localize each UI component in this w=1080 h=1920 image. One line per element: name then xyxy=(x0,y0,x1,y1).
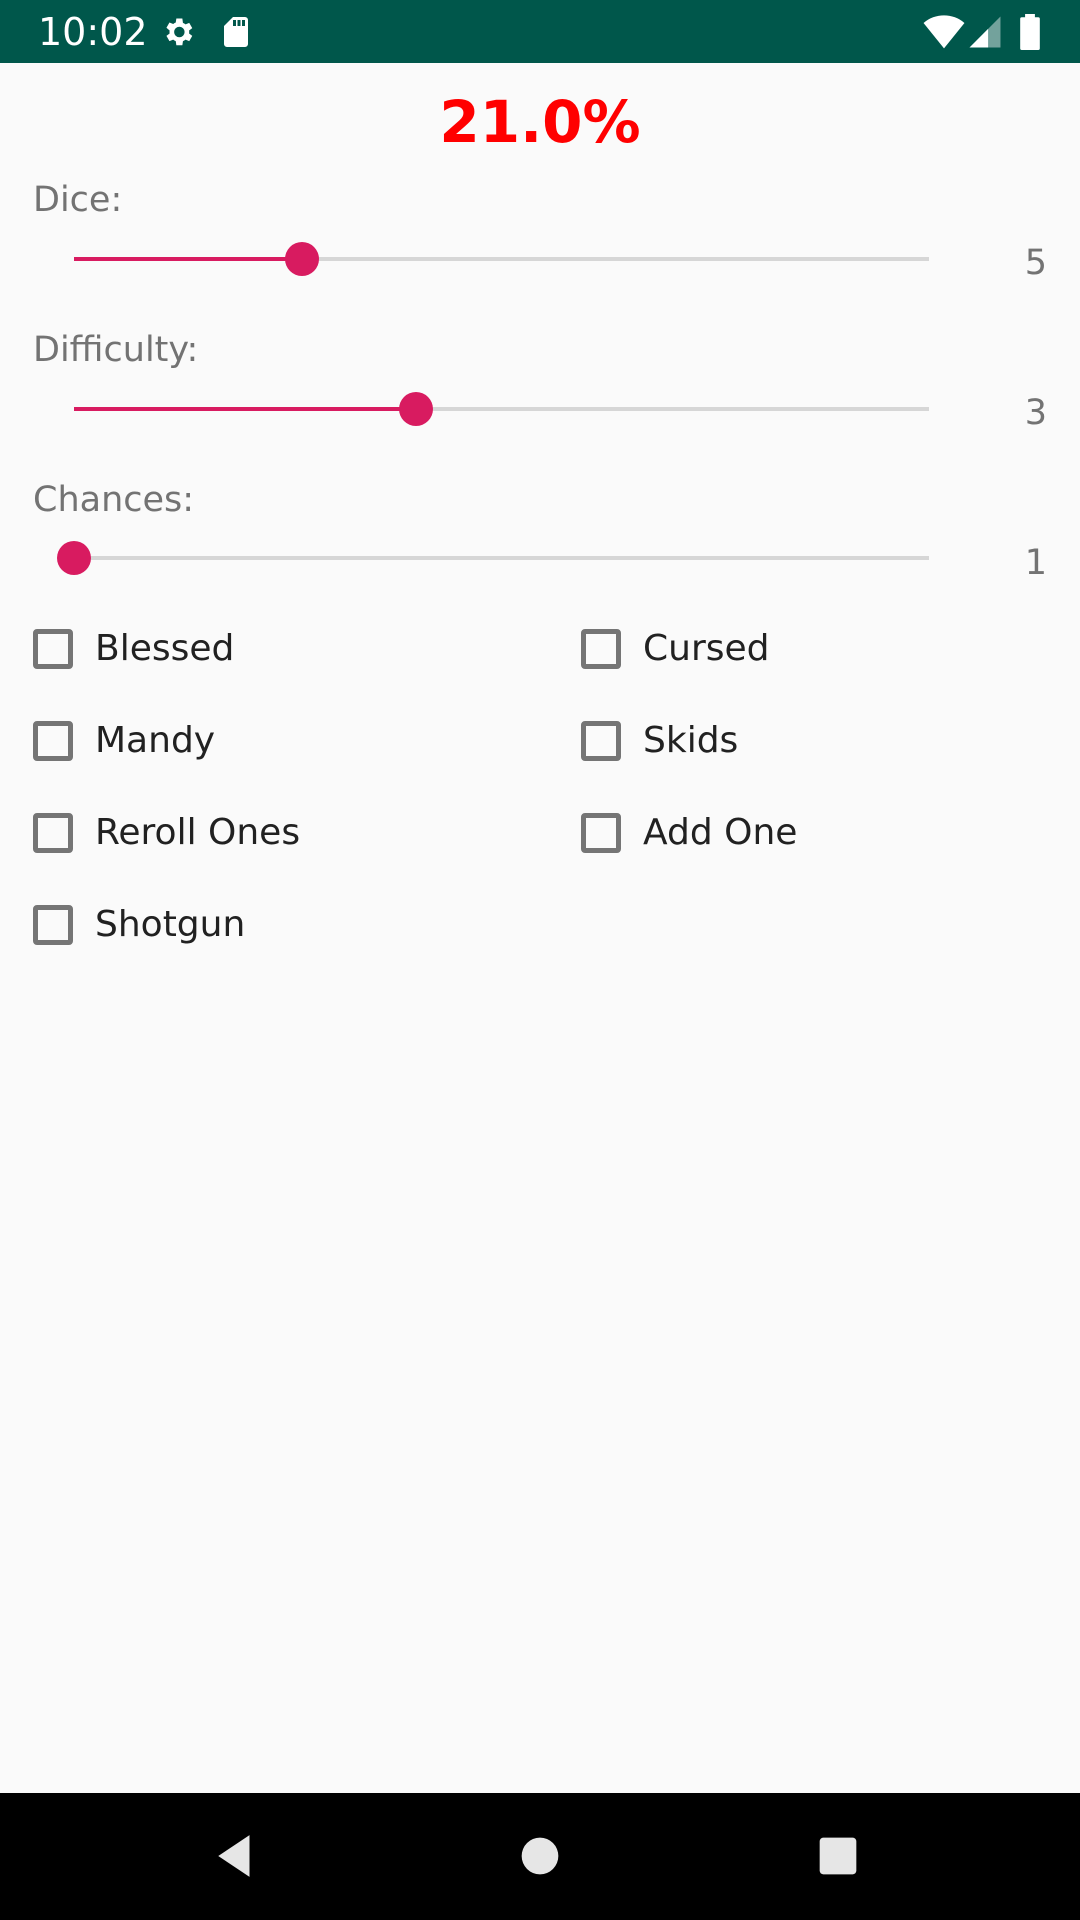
cell-signal-icon xyxy=(968,14,1002,50)
navigation-bar xyxy=(0,1793,1080,1920)
checkbox-label: Mandy xyxy=(95,720,216,761)
difficulty-slider-fill xyxy=(74,407,416,411)
checkbox-cursed[interactable]: Cursed xyxy=(581,619,770,679)
battery-icon xyxy=(1018,14,1042,50)
recents-icon[interactable] xyxy=(805,1823,871,1889)
checkbox-box[interactable] xyxy=(33,813,73,853)
checkbox-label: Shotgun xyxy=(95,904,246,945)
dice-slider-thumb[interactable] xyxy=(285,242,319,276)
checkbox-box[interactable] xyxy=(33,905,73,945)
difficulty-value: 3 xyxy=(1024,393,1047,433)
chances-label: Chances: xyxy=(33,480,195,520)
status-bar: 10:02 xyxy=(0,0,1080,63)
checkbox-skids[interactable]: Skids xyxy=(581,711,738,771)
checkbox-box[interactable] xyxy=(33,721,73,761)
dice-slider[interactable] xyxy=(74,242,929,276)
main-content: 21.0% Dice: 5 Difficulty: 3 Chances: 1 B… xyxy=(0,63,1080,1793)
difficulty-label: Difficulty: xyxy=(33,330,199,370)
sd-card-icon xyxy=(218,14,254,50)
dice-label: Dice: xyxy=(33,180,123,220)
chances-value: 1 xyxy=(1024,543,1047,583)
checkbox-label: Skids xyxy=(643,720,739,761)
back-icon[interactable] xyxy=(204,1823,270,1889)
checkbox-box[interactable] xyxy=(33,629,73,669)
status-time: 10:02 xyxy=(38,10,148,54)
chances-slider-thumb[interactable] xyxy=(57,541,91,575)
checkbox-mandy[interactable]: Mandy xyxy=(33,711,215,771)
dice-slider-fill xyxy=(74,257,302,261)
difficulty-slider[interactable] xyxy=(74,392,929,426)
checkbox-reroll-ones[interactable]: Reroll Ones xyxy=(33,803,300,863)
probability-result: 21.0% xyxy=(439,88,641,156)
checkbox-box[interactable] xyxy=(581,813,621,853)
checkbox-label: Blessed xyxy=(95,628,235,669)
chances-slider[interactable] xyxy=(57,541,929,575)
checkbox-box[interactable] xyxy=(581,629,621,669)
checkbox-blessed[interactable]: Blessed xyxy=(33,619,234,679)
checkbox-add-one[interactable]: Add One xyxy=(581,803,797,863)
settings-icon xyxy=(160,14,196,50)
wifi-icon xyxy=(922,14,966,50)
checkbox-label: Cursed xyxy=(643,628,770,669)
home-icon[interactable] xyxy=(507,1823,573,1889)
checkbox-shotgun[interactable]: Shotgun xyxy=(33,895,245,955)
dice-value: 5 xyxy=(1024,243,1047,283)
checkbox-box[interactable] xyxy=(581,721,621,761)
checkbox-label: Reroll Ones xyxy=(95,812,301,853)
checkbox-label: Add One xyxy=(643,812,798,853)
difficulty-slider-thumb[interactable] xyxy=(399,392,433,426)
